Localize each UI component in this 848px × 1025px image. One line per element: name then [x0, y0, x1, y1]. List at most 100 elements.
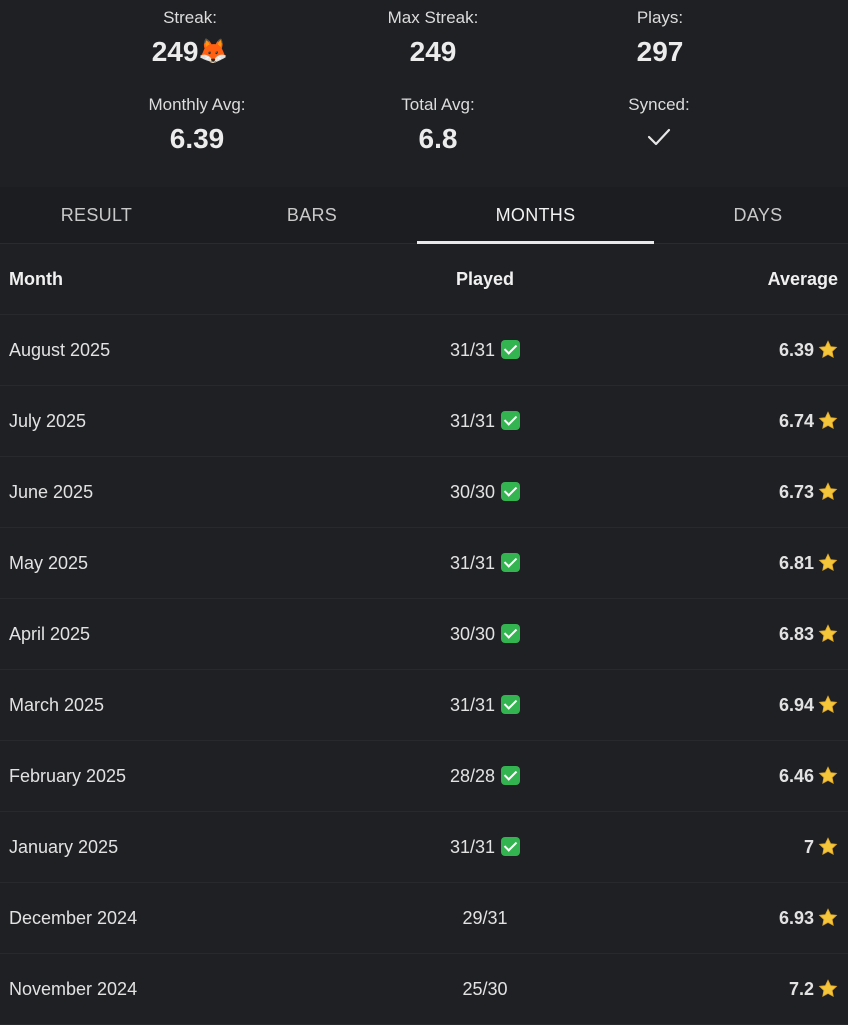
stats-panel: Streak: 249🦊 Max Streak: 249 Plays: 297 … — [0, 0, 848, 187]
average-cell: 7.2 — [789, 954, 838, 1024]
stat-streak: Streak: 249🦊 — [70, 8, 310, 68]
check-badge-icon — [501, 482, 521, 501]
star-icon — [818, 553, 838, 572]
played-value: 31/31 — [449, 837, 496, 857]
average-value: 6.39 — [778, 340, 814, 360]
played-value: 31/31 — [449, 695, 496, 715]
played-value: 25/30 — [462, 979, 508, 999]
played-value: 30/30 — [449, 482, 496, 502]
played-cell: 31/31 — [0, 528, 848, 598]
star-icon — [818, 837, 838, 856]
check-badge-icon — [501, 340, 521, 359]
stat-plays: Plays: 297 — [540, 8, 780, 68]
average-value: 6.93 — [778, 908, 814, 928]
stat-plays-value: 297 — [636, 36, 684, 67]
average-value: 6.81 — [778, 553, 814, 573]
column-header-played[interactable]: Played — [0, 244, 848, 314]
played-value: 31/31 — [449, 553, 496, 573]
star-icon — [818, 979, 838, 998]
played-cell: 25/30 — [0, 954, 848, 1024]
table-body: August 2025 31/31 6.39 July 2025 31/31 6.74 Ju… — [0, 315, 848, 1025]
played-value: 29/31 — [462, 908, 508, 928]
table-row[interactable]: April 2025 30/30 6.83 — [0, 599, 848, 670]
average-value: 7 — [803, 837, 814, 857]
tab-result[interactable]: RESULT — [0, 187, 193, 243]
check-badge-icon — [501, 837, 521, 856]
stat-plays-label: Plays: — [636, 8, 684, 27]
tab-months[interactable]: MONTHS — [417, 187, 654, 243]
stat-total-avg: Total Avg: 6.8 — [318, 95, 558, 155]
played-cell: 31/31 — [0, 670, 848, 740]
stat-monthly-avg-value: 6.39 — [169, 123, 225, 154]
tab-bars[interactable]: BARS — [193, 187, 431, 243]
played-cell: 30/30 — [0, 457, 848, 527]
star-icon — [818, 908, 838, 927]
table-row[interactable]: January 2025 31/31 7 — [0, 812, 848, 883]
star-icon — [818, 482, 838, 501]
played-cell: 31/31 — [0, 315, 848, 385]
stat-streak-label: Streak: — [163, 8, 217, 27]
average-value: 7.2 — [788, 979, 814, 999]
stat-monthly-avg-label: Monthly Avg: — [148, 95, 246, 114]
played-value: 28/28 — [449, 766, 496, 786]
stat-synced: Synced: — [539, 95, 779, 155]
star-icon — [818, 411, 838, 430]
average-cell: 6.46 — [779, 741, 838, 811]
table-row[interactable]: February 2025 28/28 6.46 — [0, 741, 848, 812]
checkmark-icon — [647, 128, 671, 146]
check-badge-icon — [501, 553, 521, 572]
average-cell: 6.93 — [779, 883, 838, 953]
stat-max-streak-label: Max Streak: — [387, 8, 479, 27]
average-value: 6.46 — [778, 766, 814, 786]
played-cell: 28/28 — [0, 741, 848, 811]
average-cell: 7 — [804, 812, 838, 882]
check-badge-icon — [501, 624, 521, 643]
average-value: 6.94 — [778, 695, 814, 715]
played-cell: 30/30 — [0, 599, 848, 669]
check-badge-icon — [501, 766, 521, 785]
stat-total-avg-label: Total Avg: — [401, 95, 475, 114]
played-value: 31/31 — [449, 411, 496, 431]
check-badge-icon — [501, 411, 521, 430]
stat-synced-value — [539, 123, 779, 155]
average-cell: 6.74 — [779, 386, 838, 456]
table-row[interactable]: July 2025 31/31 6.74 — [0, 386, 848, 457]
stat-max-streak: Max Streak: 249 — [313, 8, 553, 68]
star-icon — [818, 766, 838, 785]
table-row[interactable]: May 2025 31/31 6.81 — [0, 528, 848, 599]
check-badge-icon — [501, 695, 521, 714]
table-row[interactable]: December 2024 29/31 6.93 — [0, 883, 848, 954]
average-cell: 6.94 — [779, 670, 838, 740]
stat-streak-value-row: 249🦊 — [70, 36, 310, 68]
stat-streak-value: 249 — [151, 36, 199, 67]
table-row[interactable]: June 2025 30/30 6.73 — [0, 457, 848, 528]
tab-bar: RESULT BARS MONTHS DAYS — [0, 187, 848, 244]
fox-icon: 🦊 — [198, 38, 229, 65]
stat-total-avg-value: 6.8 — [418, 123, 458, 154]
table-row[interactable]: March 2025 31/31 6.94 — [0, 670, 848, 741]
star-icon — [818, 695, 838, 714]
stat-synced-label: Synced: — [628, 95, 690, 114]
played-value: 31/31 — [449, 340, 496, 360]
stat-monthly-avg: Monthly Avg: 6.39 — [77, 95, 317, 155]
average-cell: 6.81 — [779, 528, 838, 598]
stat-max-streak-value: 249 — [409, 36, 457, 67]
star-icon — [818, 340, 838, 359]
tab-days[interactable]: DAYS — [654, 187, 848, 243]
months-table: Month Played Average August 2025 31/31 6.3… — [0, 244, 848, 1025]
table-row[interactable]: August 2025 31/31 6.39 — [0, 315, 848, 386]
average-value: 6.74 — [778, 411, 814, 431]
played-value: 30/30 — [449, 624, 496, 644]
average-cell: 6.83 — [779, 599, 838, 669]
average-value: 6.73 — [778, 482, 814, 502]
table-header-row: Month Played Average — [0, 244, 848, 315]
average-cell: 6.73 — [779, 457, 838, 527]
star-icon — [818, 624, 838, 643]
average-cell: 6.39 — [779, 315, 838, 385]
played-cell: 29/31 — [0, 883, 848, 953]
played-cell: 31/31 — [0, 812, 848, 882]
table-row[interactable]: November 2024 25/30 7.2 — [0, 954, 848, 1025]
played-cell: 31/31 — [0, 386, 848, 456]
column-header-average[interactable]: Average — [768, 244, 838, 314]
average-value: 6.83 — [778, 624, 814, 644]
